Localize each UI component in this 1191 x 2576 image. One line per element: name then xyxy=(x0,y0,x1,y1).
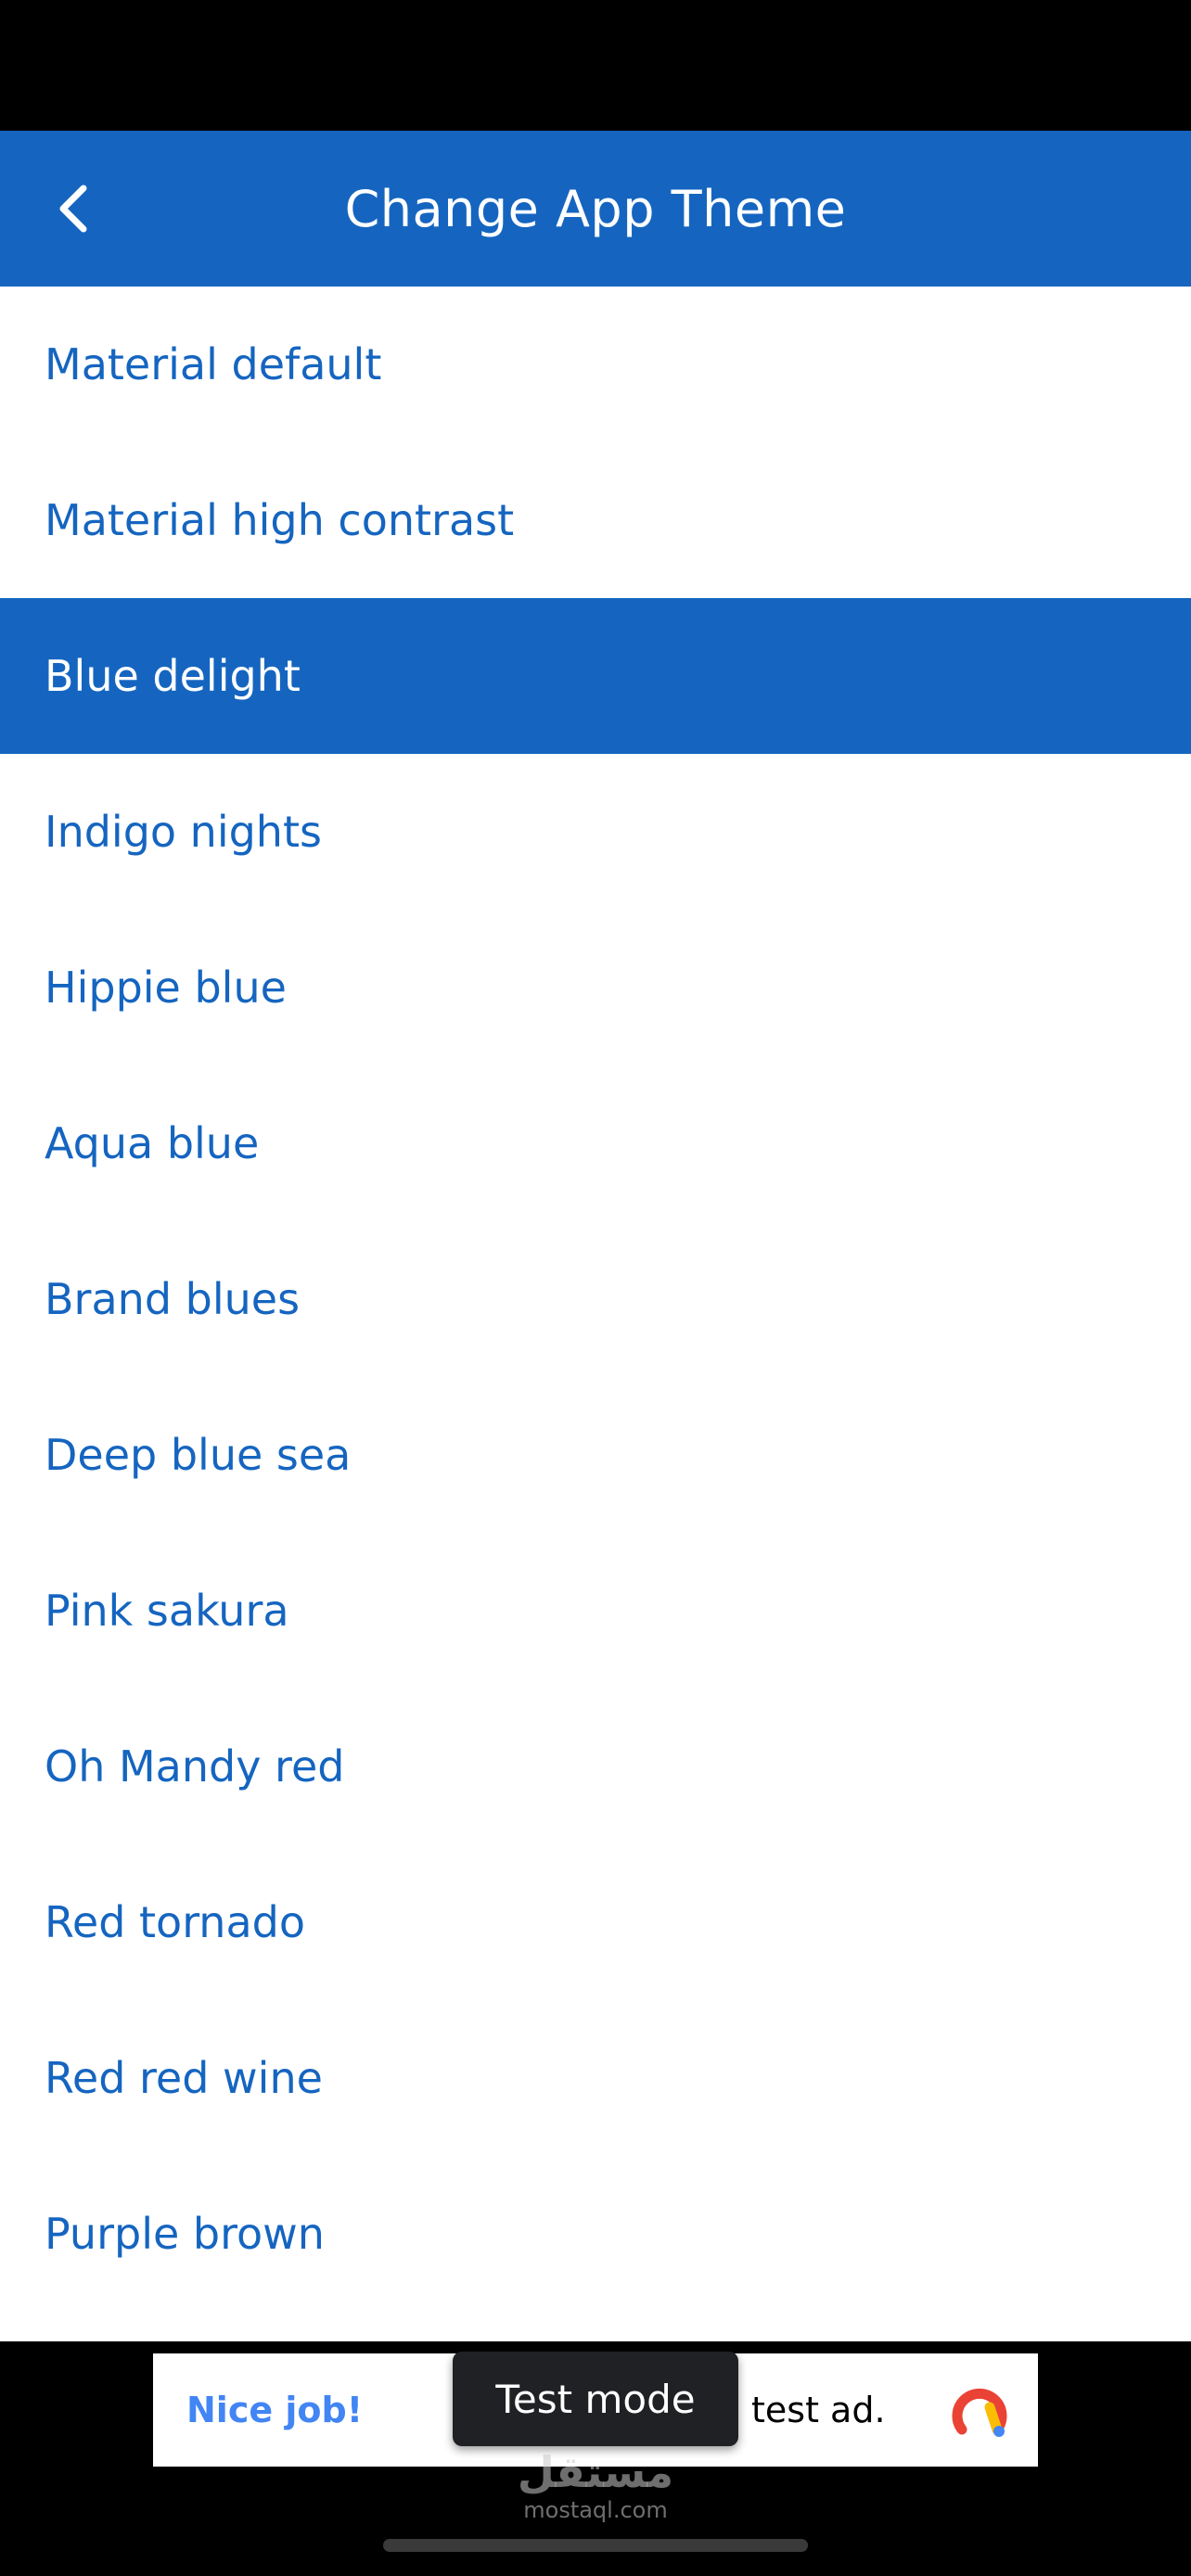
home-indicator[interactable] xyxy=(383,2539,808,2552)
ad-headline: Nice job! xyxy=(186,2390,364,2430)
chevron-left-icon xyxy=(59,185,87,233)
theme-item-oh-mandy-red[interactable]: Oh Mandy red xyxy=(0,1689,1191,1844)
theme-item-indigo-nights[interactable]: Indigo nights xyxy=(0,754,1191,910)
test-mode-badge: Test mode xyxy=(453,2352,738,2446)
theme-item-purple-brown[interactable]: Purple brown xyxy=(0,2156,1191,2312)
theme-item-material-default[interactable]: Material default xyxy=(0,287,1191,442)
bottom-area xyxy=(0,2480,1191,2576)
theme-item-material-high-contrast[interactable]: Material high contrast xyxy=(0,442,1191,598)
back-button[interactable] xyxy=(28,162,121,255)
theme-item-deep-blue-sea[interactable]: Deep blue sea xyxy=(0,1377,1191,1533)
adsense-logo-icon xyxy=(952,2388,1007,2437)
theme-item-pink-sakura[interactable]: Pink sakura xyxy=(0,1533,1191,1689)
theme-item-blue-delight[interactable]: Blue delight xyxy=(0,598,1191,754)
theme-item-brand-blues[interactable]: Brand blues xyxy=(0,1221,1191,1377)
theme-item-hippie-blue[interactable]: Hippie blue xyxy=(0,910,1191,1065)
app-bar: Change App Theme xyxy=(0,131,1191,287)
ad-body-text: test ad. xyxy=(751,2390,886,2430)
theme-item-red-tornado[interactable]: Red tornado xyxy=(0,1844,1191,2000)
page-title: Change App Theme xyxy=(344,179,847,238)
theme-item-red-red-wine[interactable]: Red red wine xyxy=(0,2000,1191,2156)
theme-list: Material default Material high contrast … xyxy=(0,287,1191,2341)
status-bar xyxy=(0,0,1191,131)
theme-item-aqua-blue[interactable]: Aqua blue xyxy=(0,1065,1191,1221)
